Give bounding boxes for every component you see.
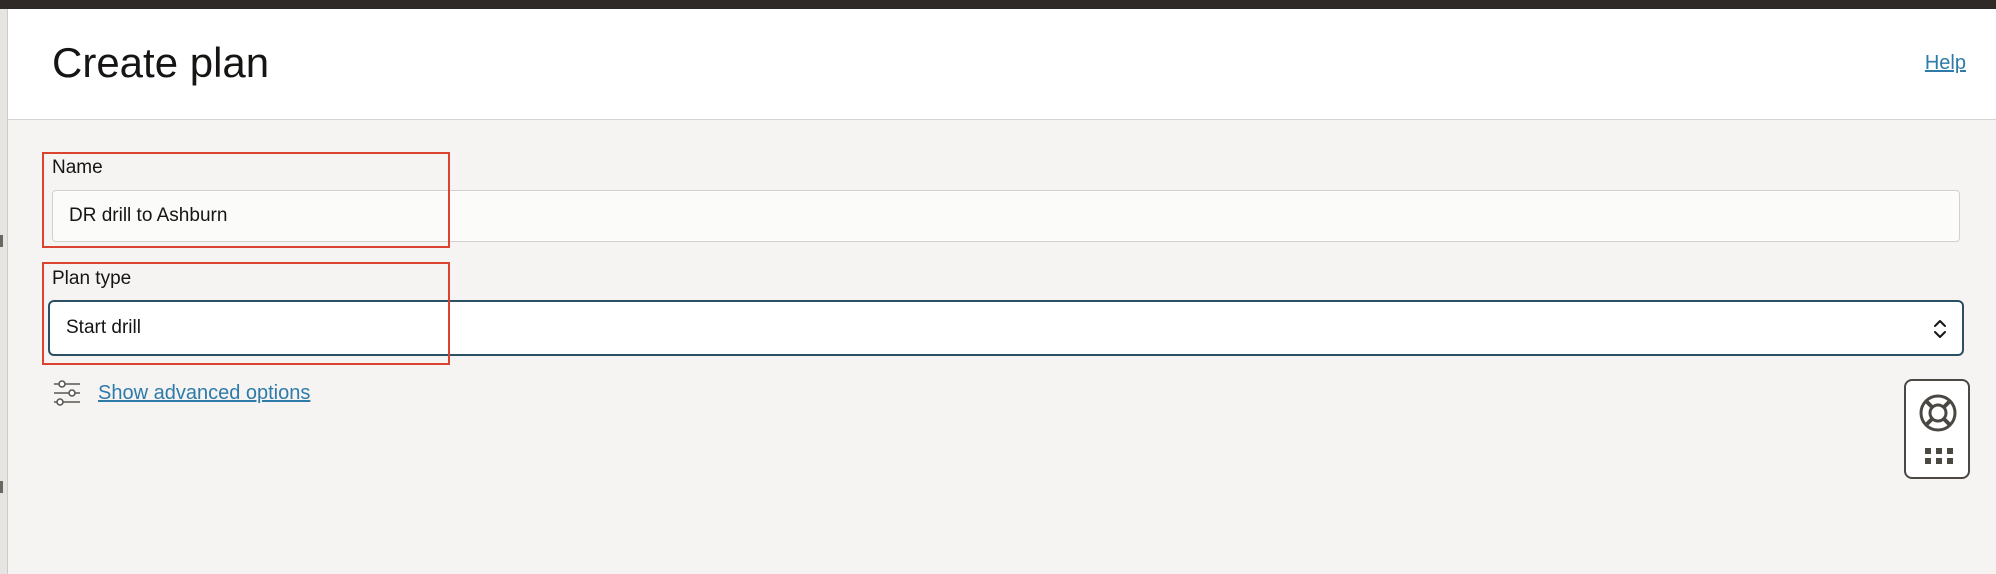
grid-icon bbox=[1925, 448, 1953, 464]
plan-type-label: Plan type bbox=[52, 268, 132, 289]
panel-header: Create plan Help bbox=[8, 9, 1996, 120]
background-page-edge bbox=[0, 9, 8, 574]
edge-marker bbox=[0, 481, 3, 493]
help-center-widget[interactable] bbox=[1904, 379, 1970, 479]
advanced-options-row[interactable]: Show advanced options bbox=[52, 378, 310, 408]
plan-type-selected-value: Start drill bbox=[66, 317, 141, 338]
page-title: Create plan bbox=[52, 39, 270, 86]
create-plan-panel: Create plan Help Name Plan type Start dr… bbox=[8, 9, 1996, 574]
help-link[interactable]: Help bbox=[1925, 52, 1966, 75]
plan-type-select[interactable]: Start drill bbox=[48, 300, 1964, 356]
chevron-up-down-icon bbox=[1934, 320, 1946, 338]
sliders-icon bbox=[54, 380, 80, 406]
name-field[interactable] bbox=[52, 190, 1960, 242]
window-top-strip bbox=[0, 0, 1996, 9]
show-advanced-options-link[interactable]: Show advanced options bbox=[98, 382, 310, 405]
edge-marker bbox=[0, 235, 3, 247]
lifebuoy-icon bbox=[1919, 394, 1957, 432]
name-label: Name bbox=[52, 157, 103, 178]
